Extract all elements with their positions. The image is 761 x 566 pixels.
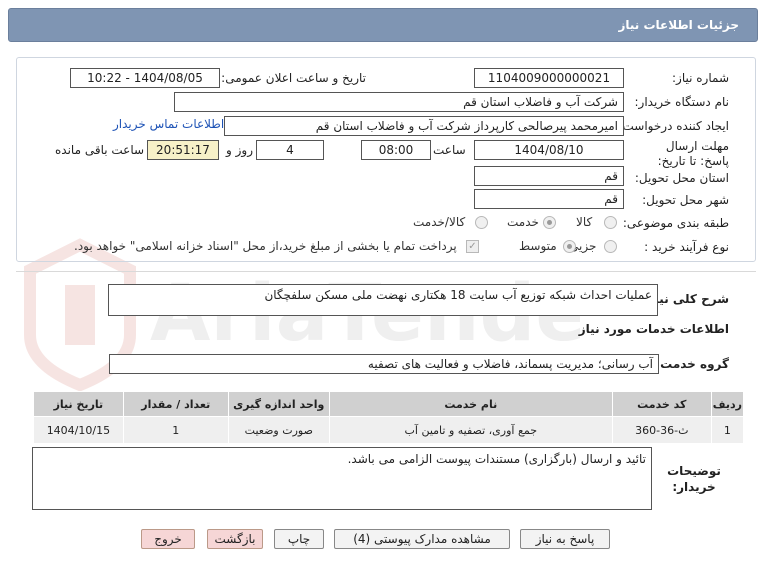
- category-label: طبقه بندی موضوعی:: [622, 216, 729, 230]
- service-group-field: آب رسانی؛ مدیریت پسماند، فاضلاب و فعالیت…: [109, 354, 659, 374]
- time-label: ساعت: [433, 143, 466, 157]
- category-service-label: خدمت: [507, 215, 539, 229]
- cell-code: ث-36-360: [611, 416, 712, 444]
- deadline-time-field: 08:00: [361, 140, 431, 160]
- page-header: جزئیات اطلاعات نیاز: [8, 8, 758, 42]
- page-title: جزئیات اطلاعات نیاز: [618, 18, 739, 32]
- need-number-label: شماره نیاز:: [672, 71, 729, 85]
- days-label: روز و: [226, 143, 253, 157]
- exit-button[interactable]: خروج: [141, 529, 195, 549]
- category-both-label: کالا/خدمت: [413, 215, 466, 229]
- divider: [16, 271, 756, 272]
- notes-textarea[interactable]: تائید و ارسال (بارگزاری) مستندات پیوست ا…: [32, 447, 652, 510]
- summary-textarea[interactable]: عملیات احداث شبکه توزیع آب سایت 18 هکتار…: [108, 284, 658, 316]
- category-goods-radio[interactable]: [604, 216, 617, 229]
- purchase-medium-radio[interactable]: [563, 240, 576, 253]
- col-name: نام خدمت: [328, 391, 613, 417]
- buyer-org-field: شرکت آب و فاضلاب استان قم: [174, 92, 624, 112]
- creator-field: امیرمحمد پیرصالحی کارپرداز شرکت آب و فاض…: [224, 116, 624, 136]
- table-header-row: ردیف کد خدمت نام خدمت واحد اندازه گیری ت…: [33, 391, 745, 417]
- cell-date: 1404/10/15: [33, 416, 124, 444]
- buyer-org-label: نام دستگاه خریدار:: [634, 95, 730, 109]
- creator-label: ایجاد کننده درخواست:: [618, 119, 729, 133]
- category-goods-label: کالا: [576, 215, 593, 229]
- back-button[interactable]: بازگشت: [207, 529, 263, 549]
- remaining-label: ساعت باقی مانده: [55, 143, 145, 157]
- category-service-radio[interactable]: [543, 216, 556, 229]
- announce-label: تاریخ و ساعت اعلان عمومی:: [221, 71, 366, 85]
- treasury-payment-note: پرداخت تمام یا بخشی از مبلغ خرید،از محل …: [74, 239, 457, 253]
- col-row: ردیف: [710, 391, 745, 417]
- services-table: ردیف کد خدمت نام خدمت واحد اندازه گیری ت…: [33, 391, 745, 444]
- col-qty: تعداد / مقدار: [122, 391, 229, 417]
- reply-button[interactable]: پاسخ به نیاز: [520, 529, 610, 549]
- purchase-medium-label: متوسط: [519, 239, 557, 253]
- purchase-type-label: نوع فرآیند خرید :: [644, 240, 729, 254]
- treasury-payment-checkbox[interactable]: ✓: [466, 240, 479, 253]
- remaining-time-field: 20:51:17: [147, 140, 219, 160]
- col-code: کد خدمت: [611, 391, 712, 417]
- need-number-field: 1104009000000021: [474, 68, 624, 88]
- cell-name: جمع آوری، تصفیه و تامین آب: [328, 416, 613, 444]
- category-both-radio[interactable]: [475, 216, 488, 229]
- col-unit: واحد اندازه گیری: [227, 391, 330, 417]
- city-label: شهر محل تحویل:: [642, 193, 729, 207]
- deadline-date-field: 1404/08/10: [474, 140, 624, 160]
- cell-unit: صورت وضعیت: [227, 416, 330, 444]
- province-field: قم: [474, 166, 624, 186]
- col-date: تاریخ نیاز: [33, 391, 124, 417]
- cell-qty: 1: [122, 416, 229, 444]
- purchase-minor-radio[interactable]: [604, 240, 617, 253]
- services-section-title: اطلاعات خدمات مورد نیاز: [578, 322, 729, 336]
- deadline-label: مهلت ارسال پاسخ: تا تاریخ:: [657, 139, 729, 168]
- city-field: قم: [474, 189, 624, 209]
- contact-info-link[interactable]: اطلاعات تماس خریدار: [113, 117, 224, 131]
- province-label: استان محل تحویل:: [634, 171, 729, 185]
- print-button[interactable]: چاپ: [274, 529, 324, 549]
- cell-row: 1: [710, 416, 745, 444]
- notes-label: توضیحات خریدار:: [667, 464, 721, 494]
- attachments-button[interactable]: مشاهده مدارک پیوستی (4): [334, 529, 510, 549]
- announce-field: 1404/08/05 - 10:22: [70, 68, 220, 88]
- service-group-label: گروه خدمت:: [655, 357, 729, 371]
- days-field: 4: [256, 140, 324, 160]
- table-row: 1 ث-36-360 جمع آوری، تصفیه و تامین آب صو…: [33, 416, 745, 444]
